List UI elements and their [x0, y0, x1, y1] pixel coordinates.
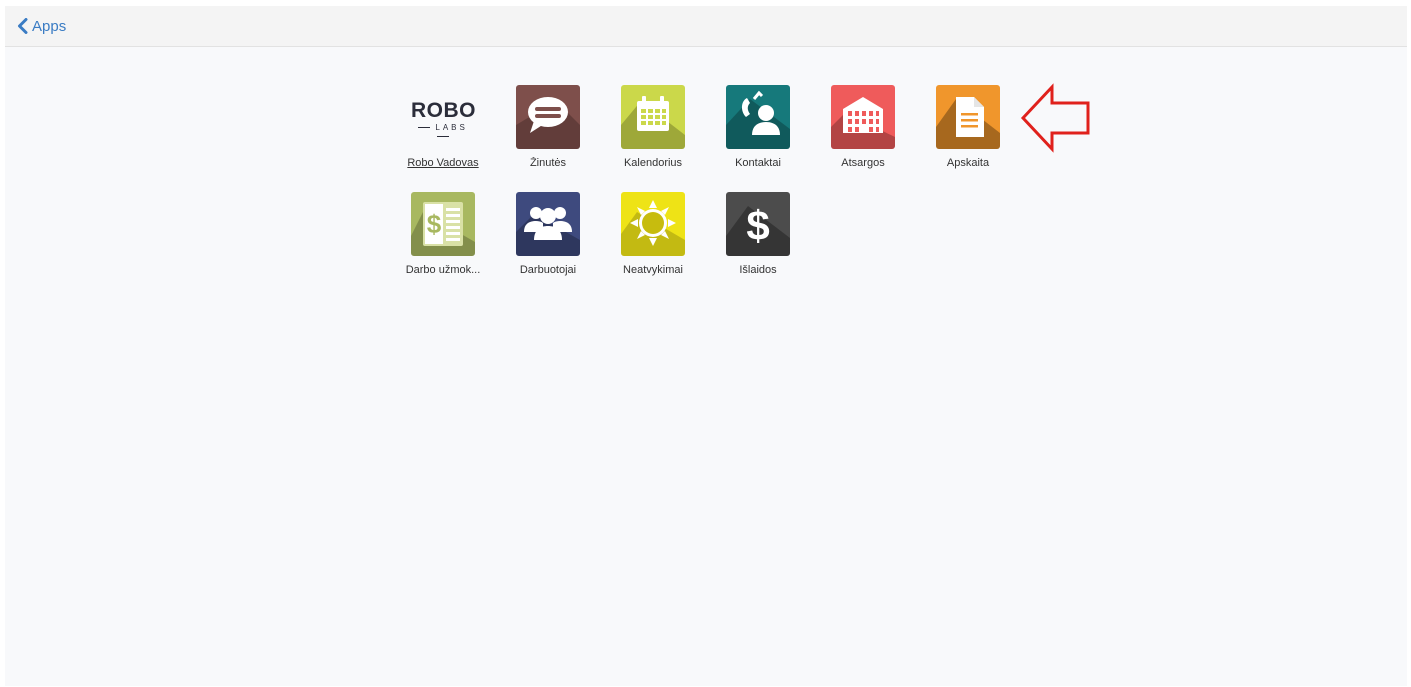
app-robo-vadovas[interactable]: ROBO LABS Robo Vadovas: [393, 85, 493, 169]
app-apskaita[interactable]: Apskaita: [918, 85, 1018, 169]
app-kalendorius[interactable]: Kalendorius: [603, 85, 703, 169]
robolabs-logo: ROBO LABS: [411, 85, 475, 149]
payroll-icon: $: [411, 202, 475, 256]
back-label: Apps: [32, 17, 67, 35]
contact-icon: [726, 90, 790, 149]
app-kontaktai[interactable]: Kontaktai: [708, 85, 808, 169]
app-label: Kalendorius: [623, 157, 683, 169]
app-label: Atsargos: [841, 157, 885, 169]
app-label: Apskaita: [946, 157, 990, 169]
warehouse-icon: [831, 97, 895, 149]
logo-text-labs: LABS: [435, 123, 468, 132]
dollar-icon: $: [726, 202, 790, 256]
back-to-apps-link[interactable]: Apps: [17, 15, 66, 37]
app-label: Išlaidos: [739, 264, 777, 276]
svg-text:$: $: [427, 209, 442, 239]
app-frame: Apps ROBO LABS Robo Vadovas Žinutės Kale…: [5, 6, 1407, 686]
app-label: Darbo užmok...: [405, 264, 481, 276]
app-atsargos[interactable]: Atsargos: [813, 85, 913, 169]
app-islaidos[interactable]: $ Išlaidos: [708, 192, 808, 276]
document-icon: [936, 97, 1000, 149]
app-neatvykimai[interactable]: Neatvykimai: [603, 192, 703, 276]
sun-icon: [621, 200, 685, 256]
chat-bubble-icon: [516, 97, 580, 149]
app-label: Kontaktai: [735, 157, 781, 169]
app-darbo-uzmokestis[interactable]: $ Darbo užmok...: [393, 192, 493, 276]
app-zinutes[interactable]: Žinutės: [498, 85, 598, 169]
people-icon: [516, 207, 580, 256]
logo-text-robo: ROBO: [411, 99, 475, 122]
calendar-icon: [621, 96, 685, 149]
app-label: Neatvykimai: [623, 264, 683, 276]
svg-text:$: $: [746, 202, 769, 249]
app-label: Robo Vadovas: [407, 157, 479, 169]
app-label: Žinutės: [529, 157, 567, 169]
top-bar: Apps: [5, 6, 1407, 47]
red-arrow-left-icon: [1020, 83, 1090, 153]
app-label: Darbuotojai: [519, 264, 577, 276]
app-darbuotojai[interactable]: Darbuotojai: [498, 192, 598, 276]
chevron-left-icon: [18, 18, 28, 34]
